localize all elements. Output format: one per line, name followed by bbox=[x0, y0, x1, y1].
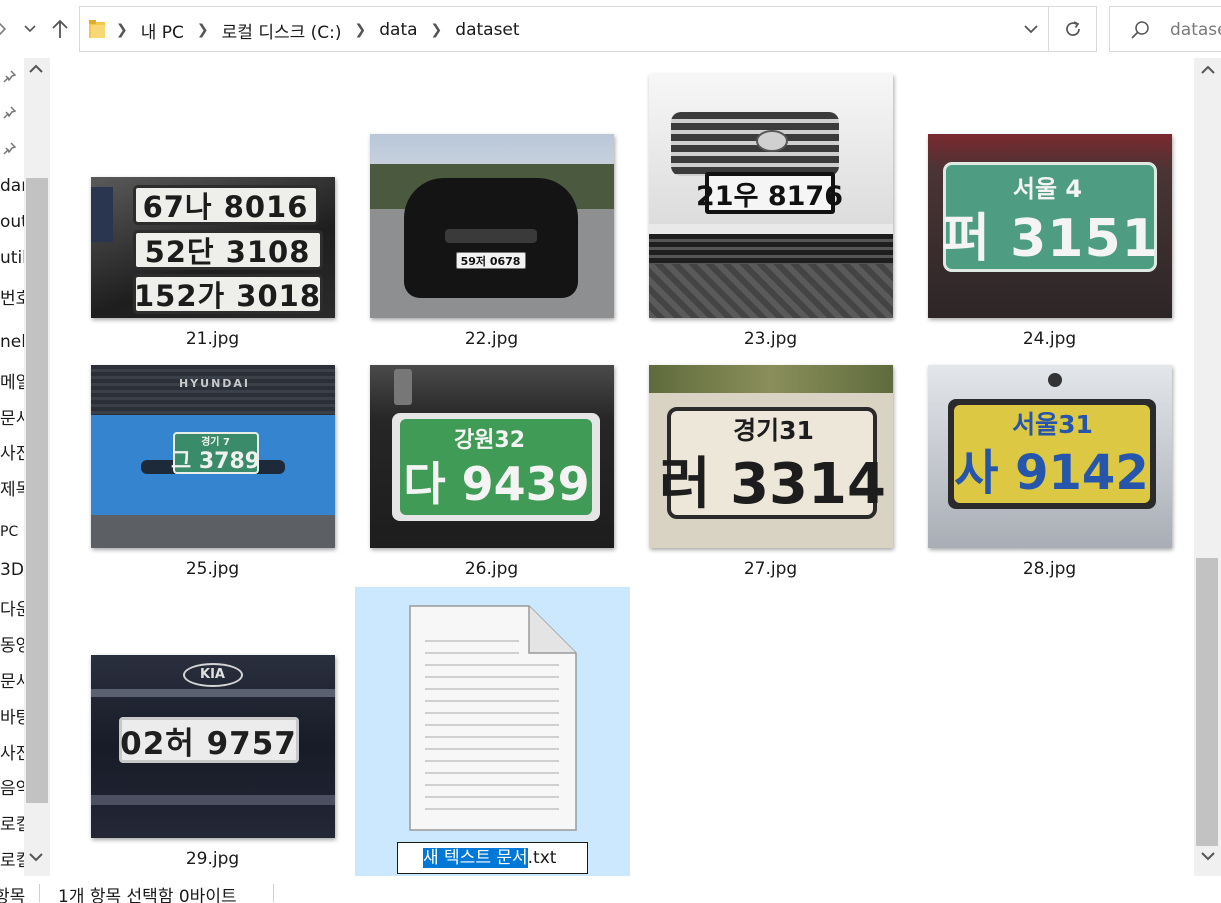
file-item-selected[interactable]: 새 텍스트 문서.txt bbox=[355, 587, 630, 876]
license-plate-number: 그 3789 bbox=[170, 449, 261, 474]
folder-icon bbox=[89, 20, 105, 38]
license-plate: 02허 9757 bbox=[118, 717, 299, 763]
image-thumbnail: 강원32 다 9439 bbox=[369, 365, 614, 548]
file-name: 24.jpg bbox=[1022, 329, 1077, 349]
search-placeholder: dataset bbox=[1170, 20, 1221, 40]
image-thumbnail: KIA 02허 9757 bbox=[90, 655, 335, 838]
file-name: 29.jpg bbox=[185, 849, 240, 869]
file-item[interactable]: HYUNDAI 경기 7 그 3789 25.jpg bbox=[75, 358, 350, 588]
breadcrumb-data[interactable]: data bbox=[379, 20, 417, 40]
scroll-up-icon[interactable] bbox=[29, 64, 43, 73]
refresh-icon bbox=[1065, 21, 1080, 36]
license-plate: 59저 0678 bbox=[455, 252, 526, 269]
image-thumbnail: 서울 4 퍼 3151 bbox=[927, 134, 1172, 318]
nav-scrollbar[interactable] bbox=[24, 58, 50, 876]
rename-selected-text: 새 텍스트 문서 bbox=[423, 848, 528, 868]
rename-input[interactable]: 새 텍스트 문서.txt bbox=[397, 842, 588, 874]
breadcrumb-separator-icon[interactable]: ❯ bbox=[431, 22, 443, 38]
breadcrumb-local-disk[interactable]: 로컬 디스크 (C:) bbox=[222, 18, 342, 43]
license-plate: 152가 3018 bbox=[132, 274, 323, 314]
file-name: 22.jpg bbox=[464, 329, 519, 349]
rename-extension: .txt bbox=[527, 848, 557, 868]
up-button[interactable] bbox=[46, 14, 74, 44]
file-item[interactable]: 경기31 러 3314 27.jpg bbox=[633, 358, 908, 588]
file-item[interactable]: 59저 0678 22.jpg bbox=[354, 58, 629, 358]
text-document-icon bbox=[409, 605, 577, 831]
breadcrumb: ❯ 내 PC ❯ 로컬 디스크 (C:) ❯ data ❯ dataset bbox=[116, 7, 520, 53]
file-name: 25.jpg bbox=[185, 559, 240, 579]
status-divider bbox=[273, 884, 274, 902]
status-selection: 1개 항목 선택함 0바이트 bbox=[58, 887, 237, 903]
breadcrumb-separator-icon[interactable]: ❯ bbox=[197, 22, 209, 38]
license-plate-number: 사 9142 bbox=[954, 445, 1149, 501]
car-brand: HYUNDAI bbox=[178, 377, 251, 390]
breadcrumb-separator-icon[interactable]: ❯ bbox=[116, 22, 128, 38]
image-thumbnail: 21우 8176 bbox=[648, 74, 893, 318]
arrow-up-icon bbox=[52, 19, 68, 38]
recent-locations-button[interactable] bbox=[20, 14, 40, 44]
nav-item[interactable]: util bbox=[0, 248, 27, 268]
address-bar[interactable]: ❯ 내 PC ❯ 로컬 디스크 (C:) ❯ data ❯ dataset bbox=[79, 6, 1049, 52]
breadcrumb-dataset[interactable]: dataset bbox=[455, 20, 519, 40]
file-item[interactable]: 67나 8016 52단 3108 152가 3018 21.jpg bbox=[75, 58, 350, 358]
forward-button[interactable] bbox=[0, 14, 10, 44]
pin-icon bbox=[3, 70, 16, 83]
file-item[interactable]: 강원32 다 9439 26.jpg bbox=[354, 358, 629, 588]
content-scrollbar[interactable] bbox=[1194, 58, 1221, 876]
chevron-down-icon bbox=[1024, 24, 1038, 33]
breadcrumb-separator-icon[interactable]: ❯ bbox=[355, 22, 367, 38]
status-item-count: 항목 bbox=[0, 887, 26, 903]
scroll-down-icon[interactable] bbox=[29, 853, 43, 862]
nav-item[interactable]: 3D bbox=[0, 560, 24, 580]
chevron-down-icon bbox=[24, 25, 36, 33]
image-thumbnail: 서울31 사 9142 bbox=[927, 365, 1172, 548]
address-toolbar: ❯ 내 PC ❯ 로컬 디스크 (C:) ❯ data ❯ dataset da… bbox=[0, 0, 1221, 58]
search-icon bbox=[1131, 21, 1149, 39]
nav-item[interactable]: nel bbox=[0, 332, 26, 352]
license-plate-number: 퍼 3151 bbox=[942, 208, 1159, 269]
license-plate: 52단 3108 bbox=[132, 230, 323, 270]
file-item[interactable]: 서울 4 퍼 3151 24.jpg bbox=[912, 58, 1187, 358]
search-input[interactable]: dataset bbox=[1109, 6, 1221, 52]
file-item[interactable]: KIA 02허 9757 29.jpg bbox=[75, 588, 350, 876]
image-thumbnail: 59저 0678 bbox=[369, 134, 614, 318]
car-brand: KIA bbox=[182, 663, 243, 687]
status-bar: 항목 1개 항목 선택함 0바이트 bbox=[0, 876, 1221, 903]
file-name: 21.jpg bbox=[185, 329, 240, 349]
pin-icon bbox=[3, 106, 16, 119]
breadcrumb-my-pc[interactable]: 내 PC bbox=[141, 18, 184, 43]
license-plate: 21우 8176 bbox=[696, 172, 843, 214]
status-divider bbox=[39, 884, 40, 902]
scroll-down-icon[interactable] bbox=[1201, 852, 1215, 861]
pin-icon bbox=[3, 142, 16, 155]
refresh-button[interactable] bbox=[1049, 6, 1097, 52]
file-name: 23.jpg bbox=[743, 329, 798, 349]
license-plate-number: 러 3314 bbox=[659, 451, 886, 517]
file-item[interactable]: 서울31 사 9142 28.jpg bbox=[912, 358, 1187, 588]
file-name: 26.jpg bbox=[464, 559, 519, 579]
nav-scrollbar-thumb[interactable] bbox=[26, 178, 48, 803]
nav-item-my-pc[interactable]: PC bbox=[0, 524, 18, 540]
scroll-up-icon[interactable] bbox=[1201, 65, 1215, 74]
content-scrollbar-thumb[interactable] bbox=[1196, 558, 1218, 846]
navigation-pane: dan out util 번호 nel 메일 문서 사진 제목 PC 3D 다운… bbox=[0, 58, 52, 876]
license-plate-number: 다 9439 bbox=[403, 457, 590, 511]
chevron-right-icon bbox=[0, 22, 6, 36]
file-name: 28.jpg bbox=[1022, 559, 1077, 579]
file-name: 27.jpg bbox=[743, 559, 798, 579]
file-list: 67나 8016 52단 3108 152가 3018 21.jpg 59저 0… bbox=[52, 58, 1194, 876]
image-thumbnail: 67나 8016 52단 3108 152가 3018 bbox=[90, 177, 335, 318]
image-thumbnail: HYUNDAI 경기 7 그 3789 bbox=[90, 365, 335, 548]
file-item[interactable]: 21우 8176 23.jpg bbox=[633, 58, 908, 358]
image-thumbnail: 경기31 러 3314 bbox=[648, 365, 893, 548]
address-history-dropdown[interactable] bbox=[1014, 6, 1048, 52]
license-plate: 67나 8016 bbox=[132, 185, 319, 225]
